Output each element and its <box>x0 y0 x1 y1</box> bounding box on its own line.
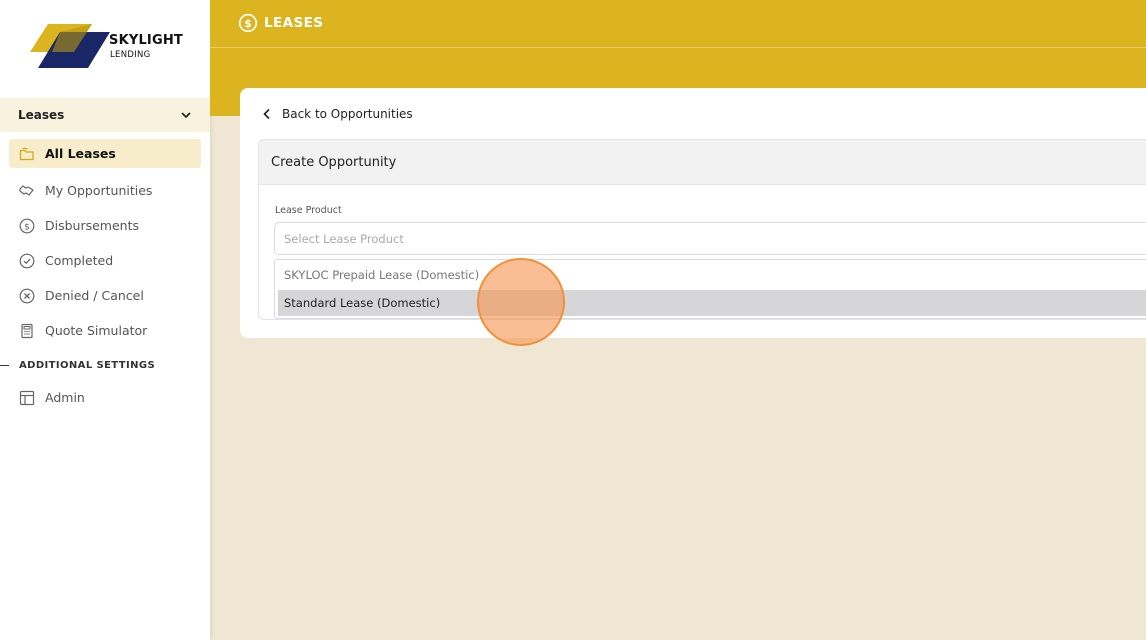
x-circle-icon <box>19 288 35 304</box>
back-link-label: Back to Opportunities <box>282 107 413 121</box>
sidebar-item-label: All Leases <box>45 146 116 161</box>
sidebar-item-label: Admin <box>45 390 85 405</box>
sidebar-section-leases[interactable]: Leases <box>0 98 210 132</box>
sidebar: SKYLIGHT LENDING Leases All Leases My Op… <box>0 0 210 640</box>
logo-subtitle: LENDING <box>110 50 151 60</box>
back-to-opportunities-link[interactable]: Back to Opportunities <box>262 107 413 121</box>
additional-settings-label: ADDITIONAL SETTINGS <box>19 359 156 371</box>
company-logo[interactable]: SKYLIGHT LENDING <box>30 22 190 70</box>
sidebar-item-all-leases[interactable]: All Leases <box>9 139 201 168</box>
folder-icon <box>19 146 35 162</box>
layout-icon <box>19 390 35 406</box>
check-circle-icon <box>19 253 35 269</box>
create-opportunity-panel: Create Opportunity Lease Product Select … <box>258 139 1146 320</box>
sidebar-section-label: Leases <box>18 108 65 122</box>
svg-text:$: $ <box>24 222 30 232</box>
sidebar-item-quote-simulator[interactable]: Quote Simulator <box>0 313 210 348</box>
select-placeholder: Select Lease Product <box>284 231 404 246</box>
sidebar-nav: All Leases My Opportunities $ Disburseme… <box>0 138 210 348</box>
click-indicator <box>477 258 565 346</box>
lease-product-dropdown: SKYLOC Prepaid Lease (Domestic) Standard… <box>274 259 1146 319</box>
sidebar-item-disbursements[interactable]: $ Disbursements <box>0 208 210 243</box>
lease-product-label: Lease Product <box>275 205 342 216</box>
sidebar-item-label: Completed <box>45 253 114 268</box>
sidebar-item-label: Quote Simulator <box>45 323 148 338</box>
additional-settings-heading: ADDITIONAL SETTINGS <box>0 358 210 372</box>
section-dash <box>0 364 9 366</box>
sidebar-item-label: Disbursements <box>45 218 140 233</box>
sidebar-item-label: Denied / Cancel <box>45 288 144 303</box>
sidebar-item-admin[interactable]: Admin <box>0 380 210 415</box>
page-title-text: LEASES <box>264 15 324 31</box>
panel-title: Create Opportunity <box>271 154 397 170</box>
dropdown-option-standard-lease[interactable]: Standard Lease (Domestic) <box>278 290 1146 316</box>
sidebar-item-label: My Opportunities <box>45 183 153 198</box>
sidebar-item-my-opportunities[interactable]: My Opportunities <box>0 173 210 208</box>
dollar-circle-icon: $ <box>19 218 35 234</box>
svg-text:$: $ <box>244 17 252 30</box>
lease-product-select[interactable]: Select Lease Product <box>274 222 1146 255</box>
chevron-down-icon <box>181 112 191 119</box>
sidebar-item-completed[interactable]: Completed <box>0 243 210 278</box>
dropdown-option-skyloc-prepaid[interactable]: SKYLOC Prepaid Lease (Domestic) <box>278 262 1146 288</box>
sidebar-admin-group: Admin <box>0 380 210 415</box>
panel-header: Create Opportunity <box>259 140 1146 185</box>
main-card: Back to Opportunities Create Opportunity… <box>240 88 1146 338</box>
dollar-circle-icon: $ <box>238 13 258 33</box>
logo-name: SKYLIGHT <box>109 33 183 48</box>
handshake-icon <box>19 183 35 199</box>
sidebar-item-denied-cancel[interactable]: Denied / Cancel <box>0 278 210 313</box>
chevron-left-icon <box>263 108 270 120</box>
logo-mark-icon <box>30 24 110 68</box>
calculator-icon <box>19 323 35 339</box>
page-title: $ LEASES <box>238 13 323 33</box>
header-divider <box>210 47 1146 48</box>
